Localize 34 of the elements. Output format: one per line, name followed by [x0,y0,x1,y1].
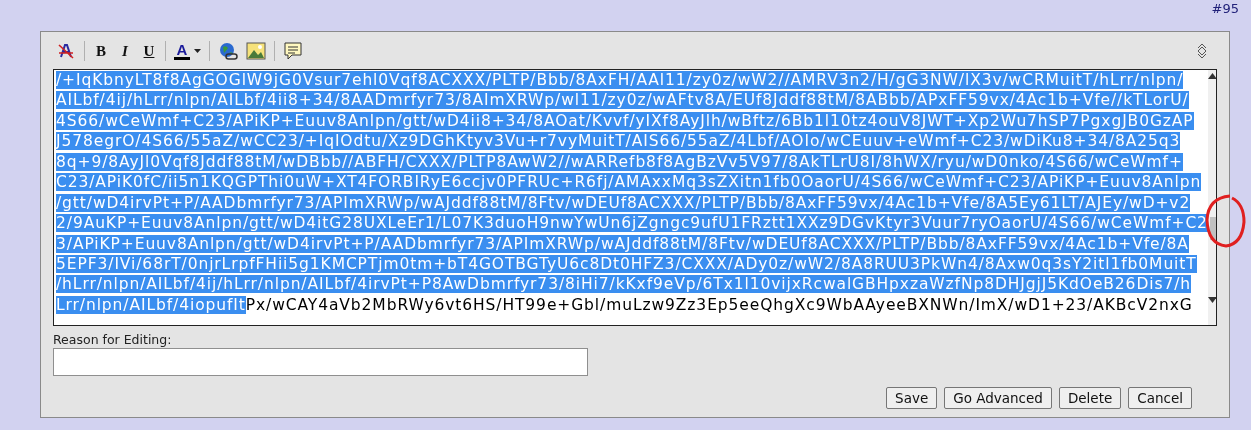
font-color-button[interactable]: A [171,39,204,63]
selected-text: 4S66/wCeWmf+C23/APiKP+Euuv8Anlpn/gtt/wD4ii8+34/8AOat/Kvvf/yIXf8AyJlh/wBftz/6Bb1l10tz4ouV8JWT+Xp2Wu7hSP7PgxgJB0GzAP [56,111,1194,130]
selected-text: /gtt/wD4irvPt+P/AADbmrfyr73/APImXRWp/wAJddf88tM/8Ftv/wDEUf8ACXXX/PLTP/Bbb/8AxFF59vx/4Ac1b+Vfe/8A5Ey61LT/AJEy/wD+v2 [56,193,1191,212]
reason-label: Reason for Editing: [53,332,173,347]
form-button[interactable]: Delete [1058,387,1122,409]
remove-format-icon [56,41,76,61]
underline-button[interactable]: U [138,39,160,63]
selected-text: J578egrO/4S66/55aZ/wCC23/+IqIOdtu/Xz9DGhKtyv3Vu+r7vyMuitT/AIS66/55aZ/4Lbf/AOIo/wCEuuv+eWmf+C23/wDiKu8+34/8A25q3 [56,132,1181,151]
selected-text: AILbf/4ij/hLrr/nlpn/AILbf/4ii8+34/8AADmrfyr73/8AImXRWp/wl11/zy0z/wAFtv8A/EUf8Jddf88tM/8ABbb/APxFF59vx/4Ac1b+Vfe//kTLorU/ [56,91,1189,110]
bold-button[interactable]: B [90,39,112,63]
scrollbar[interactable] [1207,70,1216,325]
selected-text: /hLrr/nlpn/AILbf/4ij/hLrr/nlpn/AILbf/4irvPt+P8AwDbmrfyr73/8iHi7/kKxf9eVp/6Tx1l10vijxRcwalGBHpxzaWzfNp8DHJgjJ5KdOeB26Dis7/h [56,275,1191,294]
globe-link-icon [218,41,238,61]
editor-text: Px/wCAY4aVb2MbRWy6vt6HS/HT99e+Gbl/muLzw9Zz3Ep5eeQhgXc9WbAAyeeBXNWn/ImX/wD1+23/AKBcV2nxG [245,295,1193,314]
selected-text: 5EPF3/IVi/68rT/0njrLrpfFHii5g1KMCPTjm0tm+bT4GOTBGTyU6c8Dt0HFZ3/CXXX/ADy0z/wW2/8A8RUU3PkWn4/8Axw0q3sY2itl1fb0MuitT [56,254,1197,273]
form-button[interactable]: Go Advanced [944,387,1052,409]
selected-text: 3/APiKP+Euuv8Anlpn/gtt/wD4irvPt+P/AADbmrfyr73/APImXRWp/wAJddf88tM/8Ftv/wDEUf8ACXXX/PLTP/Bbb/8AxFF59vx/4Ac1b+Vfe/8A [56,234,1189,253]
scroll-up-icon[interactable] [1207,73,1216,79]
selected-text: 8q+9/8AyJl0Vqf8Jddf88tM/wDBbb//ABFH/CXXX/PLTP8AwW2//wARRefb8f8AgBzVv5V97/8AkTLrU8I/8hWX/ryu/wD0nko/4S66/wCeWmf+ [56,152,1183,171]
reason-field[interactable] [53,348,588,376]
post-number: #95 [1211,1,1239,17]
form-button[interactable]: Cancel [1128,387,1192,409]
selected-text: Lrr/nlpn/AILbf/4iopufIt [56,295,246,314]
caret-icon [194,49,201,53]
scroll-down-icon[interactable] [1207,297,1216,303]
resize-icon[interactable] [1197,43,1207,59]
form-button[interactable]: Save [886,387,938,409]
selected-text: 2/9AuKP+Euuv8Anlpn/gtt/wD4itG28UXLeEr1/L07K3duoH9nwYwUn6jZgngc9ufU1FRztt1XXz9DGvKtyr3Vuur7ryOaorU/4S66/wCeWmf+C2 [56,214,1208,233]
italic-button[interactable]: I [114,39,136,63]
selected-text: C23/APiK0fC/ii5n1KQGPThi0uW+XT4FORBIRyE6ccjv0PFRUc+R6fj/AMAxxMq3sZXitn1fb0OaorU/4S66/wCeWmf+C23/APiKP+Euuv8Anlpn [56,173,1202,192]
image-button[interactable] [243,39,269,63]
selected-text: /+IqKbnyLT8f8AgGOGlW9jG0Vsur7ehl0Vqf8ACXXX/PLTP/Bbb/8AxFH/AAl11/zy0z/wW2//AMRV3n2/H/gG3NW/lX3v/wCRMuitT/hLrr/nlpn/ [56,71,1184,89]
image-icon [246,41,266,61]
quote-icon [283,41,303,61]
